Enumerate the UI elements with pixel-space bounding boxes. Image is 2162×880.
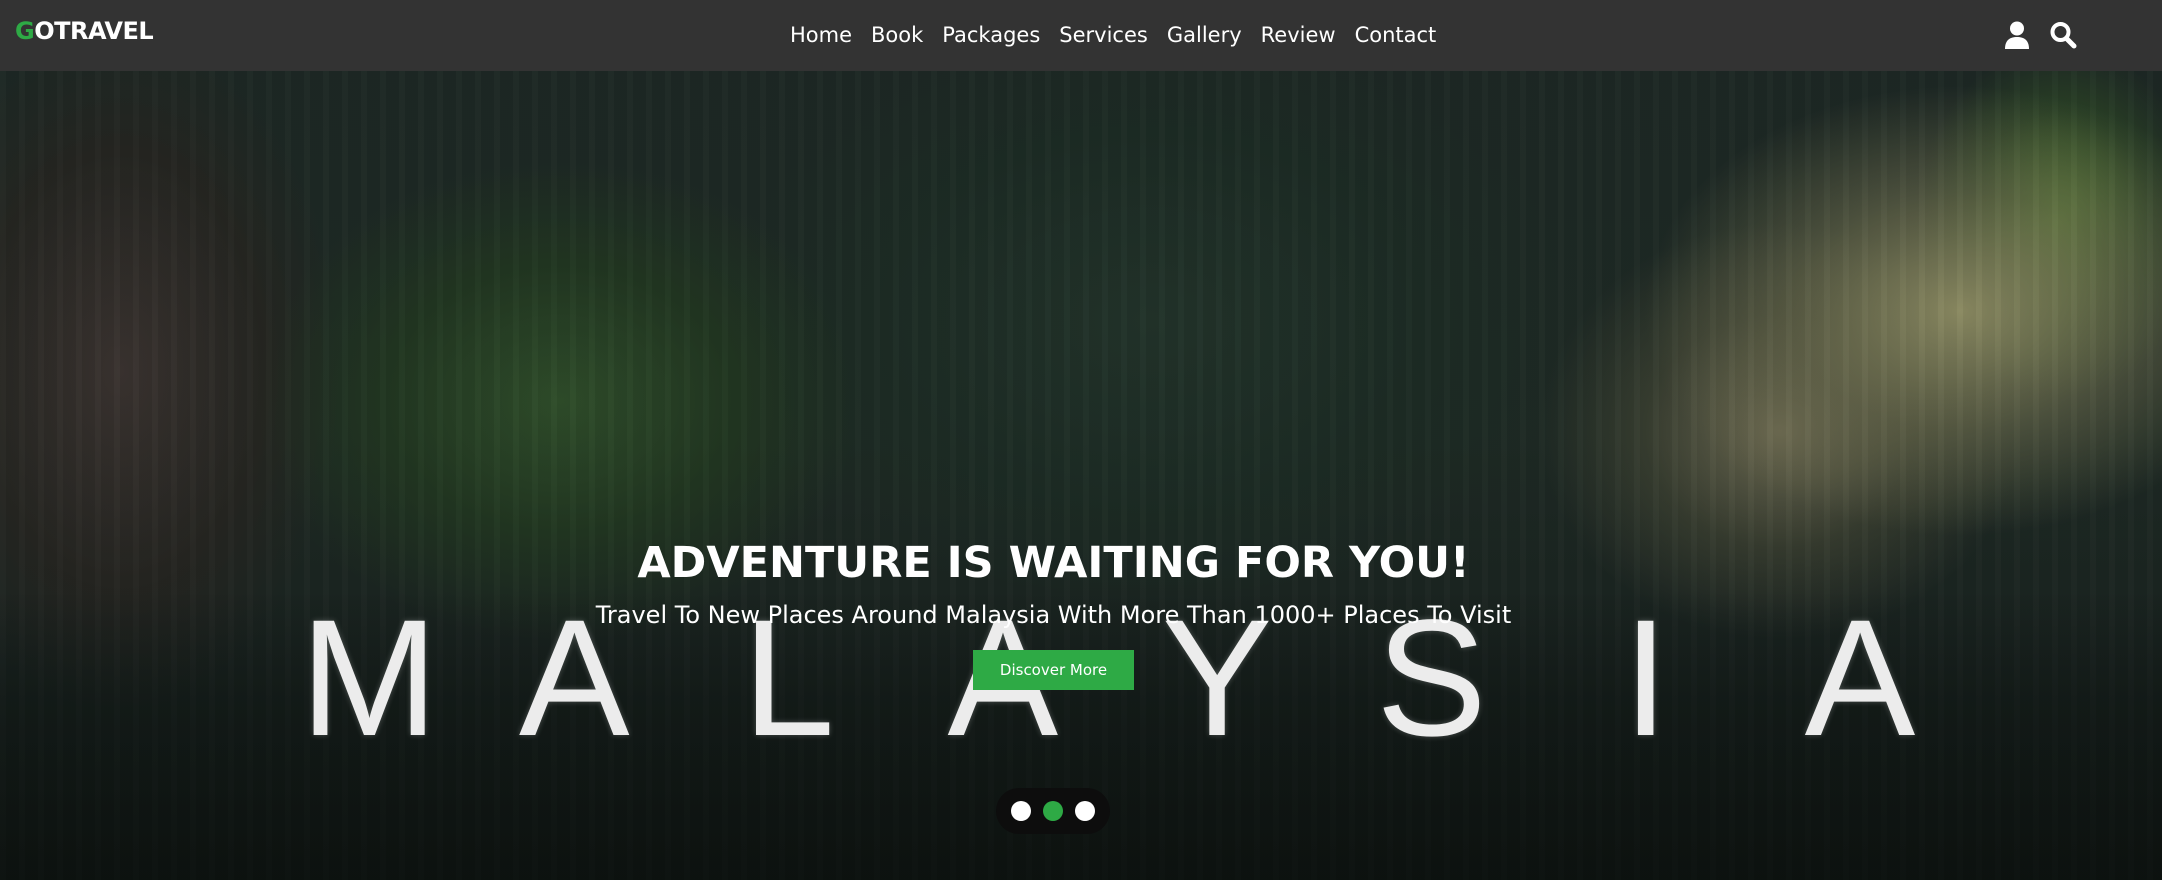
hero-subtitle: Travel To New Places Around Malaysia Wit… [595,601,1512,629]
search-icon[interactable] [2049,20,2077,50]
nav-services[interactable]: Services [1059,20,1148,50]
brand-logo[interactable]: GOTRAVEL [15,17,154,45]
logo-accent-letter: G [15,17,35,45]
header-icons [2003,20,2077,50]
discover-more-button[interactable]: Discover More [973,650,1134,690]
nav-review[interactable]: Review [1261,20,1336,50]
slider-dot-1[interactable] [1011,801,1031,821]
site-header: GOTRAVEL Home Book Packages Services Gal… [0,0,2162,71]
nav-packages[interactable]: Packages [942,20,1040,50]
nav-book[interactable]: Book [871,20,923,50]
slider-controls [996,788,1110,834]
slider-dot-2[interactable] [1043,801,1063,821]
nav-gallery[interactable]: Gallery [1167,20,1242,50]
nav-home[interactable]: Home [790,20,852,50]
hero-video-background: M A L A Y S I A ADVENTURE IS WAITING FOR… [0,71,2162,880]
logo-text: OTRAVEL [34,17,154,45]
user-icon[interactable] [2003,20,2031,50]
hero-title: ADVENTURE IS WAITING FOR YOU! [637,538,1470,588]
main-nav: Home Book Packages Services Gallery Revi… [790,20,1455,50]
slider-dot-3[interactable] [1075,801,1095,821]
nav-contact[interactable]: Contact [1355,20,1437,50]
